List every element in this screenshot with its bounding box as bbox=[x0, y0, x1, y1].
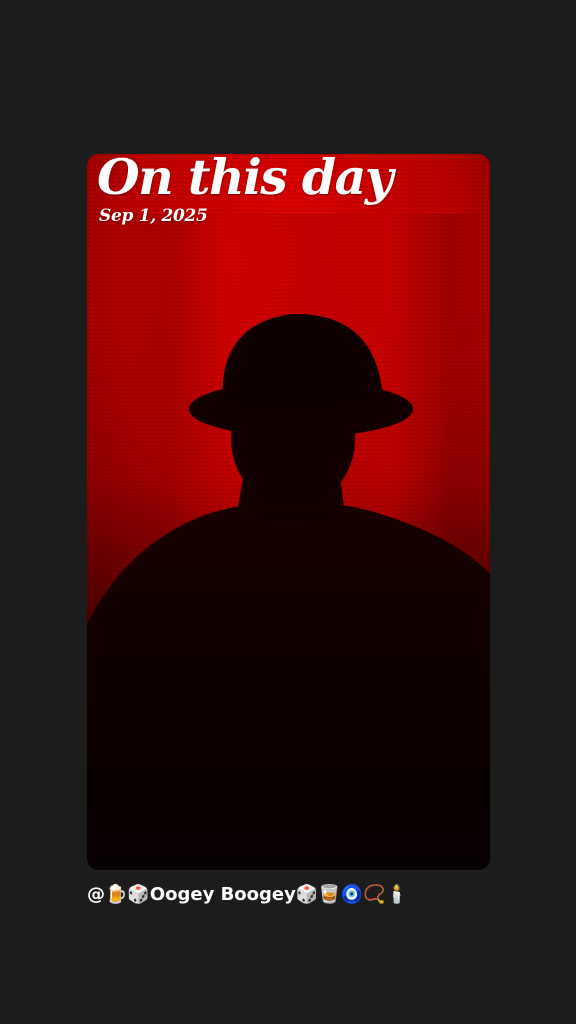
memory-date: Sep 1, 2025 bbox=[99, 206, 208, 226]
creator-handle[interactable]: @🍺🎲Oogey Boogey🎲🥃🧿📿🕯️ bbox=[87, 881, 408, 909]
memory-photo bbox=[87, 154, 490, 870]
video-frame[interactable]: On this day Sep 1, 2025 @🍺🎲Oogey Boogey🎲… bbox=[0, 0, 576, 1024]
memory-title: On this day bbox=[97, 154, 393, 206]
on-this-day-card[interactable]: On this day Sep 1, 2025 bbox=[87, 154, 490, 870]
